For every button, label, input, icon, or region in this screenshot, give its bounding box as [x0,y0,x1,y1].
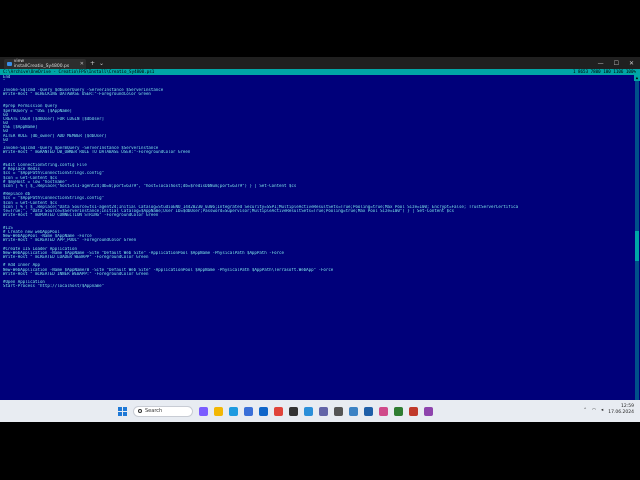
close-window-button[interactable]: ✕ [629,60,634,67]
taskbar-apps: Search [118,405,433,417]
terminal-icon [7,62,12,66]
taskbar-search[interactable]: Search [133,405,193,417]
window-controls: — ☐ ✕ [598,60,634,67]
terminal-window: view installCreatio_Sy4800.ps ✕ + ⌄ — ☐ … [0,57,640,422]
scroll-thumb[interactable] [635,231,639,261]
teams-icon[interactable] [319,406,328,416]
powershell-icon[interactable] [364,406,373,416]
mail-icon[interactable] [259,406,268,416]
file-viewer[interactable]: End " Invoke-Sqlcmd -Query $dbuserQuery -S… [0,75,634,407]
taskbar: Search ⌃ ◠ ◂ 12:59 17.06.2024 [0,400,640,422]
vertical-scrollbar[interactable]: ▲ ▼ [634,75,640,407]
title-bar: view installCreatio_Sy4800.ps ✕ + ⌄ — ☐ … [0,57,640,69]
file-explorer-icon[interactable] [214,406,223,416]
clock[interactable]: 12:59 17.06.2024 [608,404,634,416]
tab-close-icon[interactable]: ✕ [80,61,84,67]
maximize-button[interactable]: ☐ [614,60,619,67]
widgets-icon[interactable] [199,406,208,416]
chevron-up-icon[interactable]: ⌃ [583,408,587,413]
terminal-tab[interactable]: view installCreatio_Sy4800.ps ✕ [4,59,86,69]
store-icon[interactable] [244,406,253,416]
clock-date: 17.06.2024 [608,410,634,415]
windows-start-icon[interactable] [118,406,127,416]
volume-icon[interactable]: ◂ [601,408,603,413]
tab-dropdown-button[interactable]: ⌄ [99,60,104,67]
vscode-icon[interactable] [304,406,313,416]
settings-icon[interactable] [334,406,343,416]
tab-title: view installCreatio_Sy4800.ps [13,59,70,69]
file-path: C:\Archive\OneDrive - Creatio\FPS\Instal… [3,69,155,74]
notepad-icon[interactable] [349,406,358,416]
new-tab-button[interactable]: + [90,60,95,67]
search-icon [138,409,142,413]
search-placeholder: Search [145,408,163,414]
minimize-button[interactable]: — [598,60,604,67]
system-tray: ⌃ ◠ ◂ 12:59 17.06.2024 [583,404,634,416]
calendar-icon[interactable] [394,406,403,416]
app-icon[interactable] [424,406,433,416]
photos-icon[interactable] [379,406,388,416]
wifi-icon[interactable]: ◠ [592,408,596,413]
code-line: Start-Process "http://localhost/$Appname… [3,284,105,289]
scroll-track[interactable] [635,81,639,401]
terminal-icon[interactable] [289,406,298,416]
chrome-icon[interactable] [274,406,283,416]
edge-icon[interactable] [229,406,238,416]
media-icon[interactable] [409,406,418,416]
